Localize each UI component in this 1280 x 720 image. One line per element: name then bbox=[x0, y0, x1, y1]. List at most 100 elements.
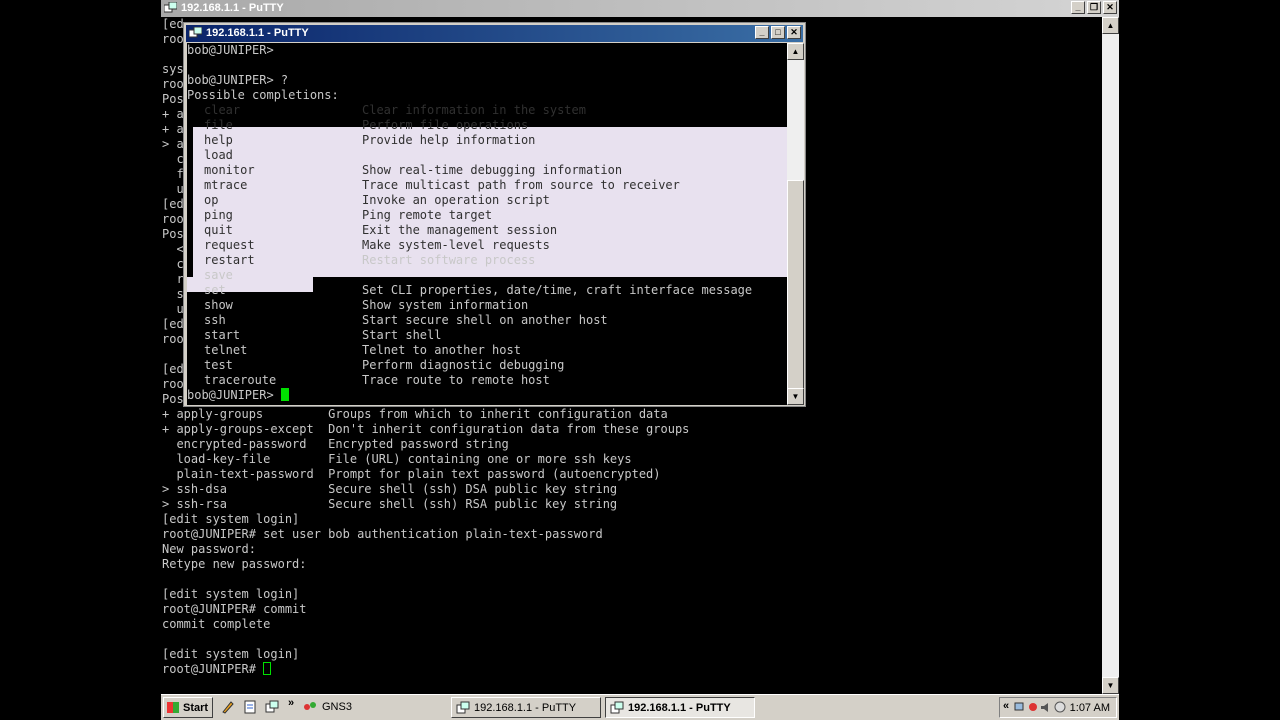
quicklaunch-putty-icon[interactable] bbox=[265, 700, 279, 714]
completion-description: Trace route to remote host bbox=[362, 373, 550, 387]
inner-putty-window[interactable]: 192.168.1.1 - PuTTY _ □ ✕ bob@JUNIPER> bo… bbox=[183, 22, 806, 407]
terminal-line: [edit system login] bbox=[162, 647, 300, 661]
completion-row: show Show system information bbox=[187, 298, 787, 313]
minimize-button[interactable]: _ bbox=[755, 26, 769, 39]
outer-scrollbar[interactable]: ▲ ▼ bbox=[1102, 17, 1119, 694]
inner-scrollbar[interactable]: ▲ ▼ bbox=[787, 43, 804, 405]
start-button[interactable]: Start bbox=[163, 697, 213, 718]
taskbar-button-putty-2[interactable]: 192.168.1.1 - PuTTY bbox=[605, 697, 755, 718]
completion-command: show bbox=[204, 298, 233, 312]
scroll-up-arrow-icon[interactable]: ▲ bbox=[787, 43, 804, 60]
completion-row: set Set CLI properties, date/time, craft … bbox=[187, 283, 787, 298]
terminal-line: New password: bbox=[162, 542, 256, 556]
windows-logo-icon bbox=[167, 702, 179, 713]
terminal-line: Possible completions: bbox=[187, 88, 339, 102]
network-icon[interactable] bbox=[1014, 701, 1026, 714]
terminal-line: root@JUNIPER# set user bob authenticatio… bbox=[162, 527, 603, 541]
terminal-line: > ssh-rsa Secure shell (ssh) RSA public … bbox=[162, 497, 618, 511]
completion-description: Show real-time debugging information bbox=[362, 163, 623, 177]
security-icon[interactable] bbox=[1054, 701, 1066, 714]
flag-icon[interactable] bbox=[1028, 701, 1038, 714]
completion-row: op Invoke an operation script bbox=[187, 193, 787, 208]
completion-description: Show system information bbox=[362, 298, 529, 312]
scroll-down-arrow-icon[interactable]: ▼ bbox=[1102, 677, 1119, 694]
restore-button[interactable]: ❐ bbox=[1087, 1, 1101, 14]
terminal-cursor bbox=[263, 662, 272, 675]
completion-command: ssh bbox=[204, 313, 226, 327]
completion-row: clear Clear information in the system bbox=[187, 103, 787, 118]
start-label: Start bbox=[183, 702, 209, 714]
completion-row: mtrace Trace multicast path from source t… bbox=[187, 178, 787, 193]
completion-description: Make system-level requests bbox=[362, 238, 550, 252]
putty-icon bbox=[164, 2, 177, 13]
terminal-cursor bbox=[280, 388, 289, 401]
completion-command: monitor bbox=[204, 163, 255, 177]
gns3-task-label[interactable]: GNS3 bbox=[322, 701, 352, 713]
completion-command: test bbox=[204, 358, 233, 372]
completion-row: request Make system-level requests bbox=[187, 238, 787, 253]
completion-row: telnet Telnet to another host bbox=[187, 343, 787, 358]
completion-command: clear bbox=[204, 103, 241, 117]
terminal-line: + apply-groups Groups from which to inhe… bbox=[162, 407, 668, 421]
scrollbar-thumb[interactable] bbox=[787, 180, 804, 390]
close-button[interactable]: ✕ bbox=[787, 26, 801, 39]
completion-description: Start shell bbox=[362, 328, 442, 342]
volume-icon[interactable] bbox=[1040, 701, 1052, 714]
terminal-line: [edit system login] bbox=[162, 512, 300, 526]
completion-command: save bbox=[204, 268, 233, 282]
completion-command: mtrace bbox=[204, 178, 248, 192]
tray-expand-button[interactable]: « bbox=[1003, 700, 1009, 712]
inner-title-bar[interactable]: 192.168.1.1 - PuTTY _ □ ✕ bbox=[186, 25, 803, 42]
completion-description: Exit the management session bbox=[362, 223, 558, 237]
completion-description: Restart software process bbox=[362, 253, 536, 267]
completion-description: Perform diagnostic debugging bbox=[362, 358, 565, 372]
outer-window-title: 192.168.1.1 - PuTTY bbox=[181, 2, 284, 14]
completion-row: file Perform file operations bbox=[187, 118, 787, 133]
putty-icon bbox=[610, 701, 624, 714]
terminal-line: [edit system login] bbox=[162, 587, 300, 601]
scroll-down-arrow-icon[interactable]: ▼ bbox=[787, 388, 804, 405]
scroll-up-arrow-icon[interactable]: ▲ bbox=[1102, 17, 1119, 34]
system-tray: « 1:07 AM bbox=[999, 697, 1117, 718]
taskbar-button-putty-1[interactable]: 192.168.1.1 - PuTTY bbox=[451, 697, 601, 718]
quicklaunch-pen-icon[interactable] bbox=[221, 700, 235, 714]
completion-row: test Perform diagnostic debugging bbox=[187, 358, 787, 373]
completion-command: request bbox=[204, 238, 255, 252]
close-button[interactable]: ✕ bbox=[1103, 1, 1117, 14]
completion-command: file bbox=[204, 118, 233, 132]
completion-command: traceroute bbox=[204, 373, 277, 387]
quicklaunch-overflow[interactable]: » bbox=[288, 697, 294, 709]
inner-window-title: 192.168.1.1 - PuTTY bbox=[206, 27, 309, 39]
completion-description: Telnet to another host bbox=[362, 343, 521, 357]
terminal-line: root@JUNIPER# bbox=[162, 662, 1102, 677]
terminal-line: plain-text-password Prompt for plain tex… bbox=[162, 467, 661, 481]
maximize-button[interactable]: □ bbox=[771, 26, 785, 39]
clock[interactable]: 1:07 AM bbox=[1070, 702, 1110, 714]
completion-description: Perform file operations bbox=[362, 118, 529, 132]
minimize-button[interactable]: _ bbox=[1071, 1, 1085, 14]
terminal-line: bob@JUNIPER> bbox=[187, 388, 787, 403]
completion-row: save bbox=[187, 268, 787, 283]
completion-row: traceroute Trace route to remote host bbox=[187, 373, 787, 388]
quicklaunch-notepad-icon[interactable] bbox=[243, 700, 257, 714]
completion-command: telnet bbox=[204, 343, 248, 357]
completion-description: Invoke an operation script bbox=[362, 193, 550, 207]
terminal-line: + apply-groups-except Don't inherit conf… bbox=[162, 422, 690, 436]
terminal-line: > ssh-dsa Secure shell (ssh) DSA public … bbox=[162, 482, 618, 496]
terminal-line: bob@JUNIPER> ? bbox=[187, 73, 289, 87]
completion-command: load bbox=[204, 148, 233, 162]
completion-description: Set CLI properties, date/time, craft int… bbox=[362, 283, 753, 297]
terminal-line: load-key-file File (URL) containing one … bbox=[162, 452, 632, 466]
completion-row: ping Ping remote target bbox=[187, 208, 787, 223]
completion-description: Provide help information bbox=[362, 133, 536, 147]
completion-command: set bbox=[204, 283, 226, 297]
completion-command: quit bbox=[204, 223, 233, 237]
completion-command: help bbox=[204, 133, 233, 147]
inner-terminal[interactable]: bob@JUNIPER> bob@JUNIPER> ? Possible compl… bbox=[187, 43, 787, 405]
completion-description: Ping remote target bbox=[362, 208, 493, 222]
outer-title-bar[interactable]: 192.168.1.1 - PuTTY _ ❐ ✕ bbox=[161, 0, 1119, 17]
putty-icon bbox=[189, 27, 202, 38]
completion-description: Trace multicast path from source to rece… bbox=[362, 178, 680, 192]
terminal-line: commit complete bbox=[162, 617, 271, 631]
